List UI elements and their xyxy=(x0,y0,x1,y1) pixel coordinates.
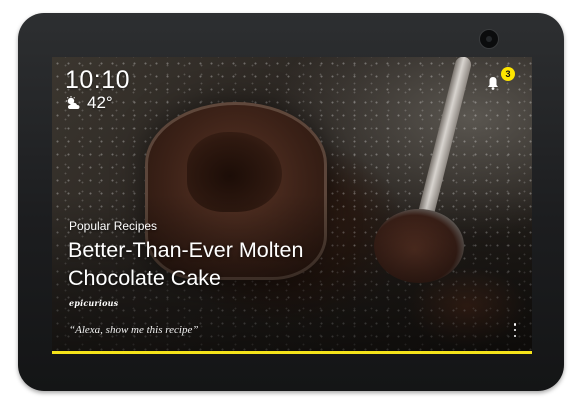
notification-badge[interactable]: 3 xyxy=(501,67,515,81)
screen[interactable]: 10:10 42° 3 Popular Recipes Better-Than-… xyxy=(52,57,532,354)
clock-time: 10:10 xyxy=(65,66,131,94)
partly-cloudy-icon xyxy=(65,96,85,110)
camera-icon xyxy=(479,29,499,49)
voice-prompt: “Alexa, show me this recipe” xyxy=(69,324,199,336)
temperature-text: 42° xyxy=(87,93,113,112)
card-category: Popular Recipes xyxy=(69,219,158,233)
accent-bar xyxy=(52,351,532,354)
weather-widget[interactable]: 42° xyxy=(65,93,113,113)
source-logo: epicurious xyxy=(69,298,119,308)
bell-icon[interactable] xyxy=(485,75,501,91)
vertical-dots-icon[interactable] xyxy=(511,323,519,337)
recipe-title[interactable]: Better-Than-Ever Molten Chocolate Cake xyxy=(68,236,398,292)
